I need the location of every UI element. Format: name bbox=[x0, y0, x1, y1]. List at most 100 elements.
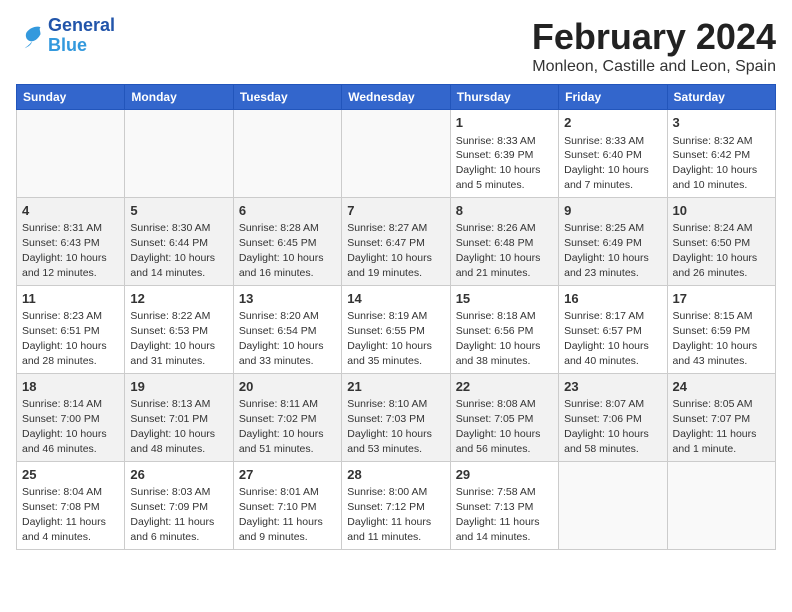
day-info: Sunrise: 8:24 AM Sunset: 6:50 PM Dayligh… bbox=[673, 222, 758, 279]
day-number: 3 bbox=[673, 114, 770, 132]
calendar-cell bbox=[233, 110, 341, 198]
day-number: 19 bbox=[130, 378, 227, 396]
day-number: 29 bbox=[456, 466, 553, 484]
calendar-cell: 19 Sunrise: 8:13 AM Sunset: 7:01 PM Dayli… bbox=[125, 373, 233, 461]
day-info: Sunrise: 8:14 AM Sunset: 7:00 PM Dayligh… bbox=[22, 398, 107, 455]
day-number: 10 bbox=[673, 202, 770, 220]
calendar-cell: 25 Sunrise: 8:04 AM Sunset: 7:08 PM Dayli… bbox=[17, 461, 125, 549]
calendar-cell: 20 Sunrise: 8:11 AM Sunset: 7:02 PM Dayli… bbox=[233, 373, 341, 461]
day-number: 7 bbox=[347, 202, 444, 220]
calendar-cell: 8 Sunrise: 8:26 AM Sunset: 6:48 PM Daylig… bbox=[450, 197, 558, 285]
title-area: February 2024 Monleon, Castille and Leon… bbox=[532, 16, 776, 76]
calendar-cell bbox=[17, 110, 125, 198]
day-info: Sunrise: 8:28 AM Sunset: 6:45 PM Dayligh… bbox=[239, 222, 324, 279]
day-info: Sunrise: 8:00 AM Sunset: 7:12 PM Dayligh… bbox=[347, 486, 431, 543]
weekday-header-row: SundayMondayTuesdayWednesdayThursdayFrid… bbox=[17, 85, 776, 110]
calendar-cell: 3Sunrise: 8:32 AM Sunset: 6:42 PM Daylig… bbox=[667, 110, 775, 198]
calendar-cell: 11Sunrise: 8:23 AM Sunset: 6:51 PM Dayli… bbox=[17, 285, 125, 373]
day-number: 28 bbox=[347, 466, 444, 484]
day-info: Sunrise: 8:15 AM Sunset: 6:59 PM Dayligh… bbox=[673, 310, 758, 367]
day-number: 2 bbox=[564, 114, 661, 132]
day-info: Sunrise: 8:18 AM Sunset: 6:56 PM Dayligh… bbox=[456, 310, 541, 367]
day-info: Sunrise: 8:33 AM Sunset: 6:39 PM Dayligh… bbox=[456, 135, 541, 192]
day-info: Sunrise: 8:13 AM Sunset: 7:01 PM Dayligh… bbox=[130, 398, 215, 455]
weekday-header-saturday: Saturday bbox=[667, 85, 775, 110]
day-info: Sunrise: 8:30 AM Sunset: 6:44 PM Dayligh… bbox=[130, 222, 215, 279]
calendar-cell: 16 Sunrise: 8:17 AM Sunset: 6:57 PM Dayli… bbox=[559, 285, 667, 373]
day-number: 25 bbox=[22, 466, 119, 484]
day-number: 4 bbox=[22, 202, 119, 220]
weekday-header-friday: Friday bbox=[559, 85, 667, 110]
calendar-cell: 13 Sunrise: 8:20 AM Sunset: 6:54 PM Dayli… bbox=[233, 285, 341, 373]
calendar-cell: 29 Sunrise: 7:58 AM Sunset: 7:13 PM Dayli… bbox=[450, 461, 558, 549]
day-info: Sunrise: 8:11 AM Sunset: 7:02 PM Dayligh… bbox=[239, 398, 324, 455]
day-number: 21 bbox=[347, 378, 444, 396]
calendar-cell: 17 Sunrise: 8:15 AM Sunset: 6:59 PM Dayli… bbox=[667, 285, 775, 373]
calendar-cell: 10 Sunrise: 8:24 AM Sunset: 6:50 PM Dayli… bbox=[667, 197, 775, 285]
day-info: Sunrise: 8:03 AM Sunset: 7:09 PM Dayligh… bbox=[130, 486, 214, 543]
day-info: Sunrise: 8:22 AM Sunset: 6:53 PM Dayligh… bbox=[130, 310, 215, 367]
calendar-cell: 1 Sunrise: 8:33 AM Sunset: 6:39 PM Daylig… bbox=[450, 110, 558, 198]
day-number: 1 bbox=[456, 114, 553, 132]
calendar-cell: 5 Sunrise: 8:30 AM Sunset: 6:44 PM Daylig… bbox=[125, 197, 233, 285]
calendar-cell: 15 Sunrise: 8:18 AM Sunset: 6:56 PM Dayli… bbox=[450, 285, 558, 373]
day-number: 17 bbox=[673, 290, 770, 308]
month-title: February 2024 bbox=[532, 16, 776, 58]
day-number: 8 bbox=[456, 202, 553, 220]
day-info: Sunrise: 8:27 AM Sunset: 6:47 PM Dayligh… bbox=[347, 222, 432, 279]
day-info: Sunrise: 8:25 AM Sunset: 6:49 PM Dayligh… bbox=[564, 222, 649, 279]
day-info: Sunrise: 8:20 AM Sunset: 6:54 PM Dayligh… bbox=[239, 310, 324, 367]
weekday-header-thursday: Thursday bbox=[450, 85, 558, 110]
day-number: 14 bbox=[347, 290, 444, 308]
weekday-header-wednesday: Wednesday bbox=[342, 85, 450, 110]
day-info: Sunrise: 8:05 AM Sunset: 7:07 PM Dayligh… bbox=[673, 398, 757, 455]
calendar-cell: 22Sunrise: 8:08 AM Sunset: 7:05 PM Dayli… bbox=[450, 373, 558, 461]
day-info: Sunrise: 8:01 AM Sunset: 7:10 PM Dayligh… bbox=[239, 486, 323, 543]
day-number: 23 bbox=[564, 378, 661, 396]
day-number: 16 bbox=[564, 290, 661, 308]
calendar-cell: 23 Sunrise: 8:07 AM Sunset: 7:06 PM Dayli… bbox=[559, 373, 667, 461]
day-number: 20 bbox=[239, 378, 336, 396]
calendar-cell bbox=[667, 461, 775, 549]
calendar-cell: 2 Sunrise: 8:33 AM Sunset: 6:40 PM Daylig… bbox=[559, 110, 667, 198]
calendar-cell: 28 Sunrise: 8:00 AM Sunset: 7:12 PM Dayli… bbox=[342, 461, 450, 549]
day-info: Sunrise: 7:58 AM Sunset: 7:13 PM Dayligh… bbox=[456, 486, 540, 543]
weekday-header-sunday: Sunday bbox=[17, 85, 125, 110]
day-number: 13 bbox=[239, 290, 336, 308]
calendar-cell: 9 Sunrise: 8:25 AM Sunset: 6:49 PM Daylig… bbox=[559, 197, 667, 285]
day-info: Sunrise: 8:19 AM Sunset: 6:55 PM Dayligh… bbox=[347, 310, 432, 367]
day-number: 27 bbox=[239, 466, 336, 484]
calendar-cell: 7 Sunrise: 8:27 AM Sunset: 6:47 PM Daylig… bbox=[342, 197, 450, 285]
day-number: 12 bbox=[130, 290, 227, 308]
logo: General Blue bbox=[16, 16, 115, 56]
calendar-cell: 27 Sunrise: 8:01 AM Sunset: 7:10 PM Dayli… bbox=[233, 461, 341, 549]
day-number: 22 bbox=[456, 378, 553, 396]
day-info: Sunrise: 8:04 AM Sunset: 7:08 PM Dayligh… bbox=[22, 486, 106, 543]
page-header: General Blue February 2024 Monleon, Cast… bbox=[16, 16, 776, 76]
calendar-table: SundayMondayTuesdayWednesdayThursdayFrid… bbox=[16, 84, 776, 550]
logo-text: General Blue bbox=[48, 16, 115, 56]
day-info: Sunrise: 8:10 AM Sunset: 7:03 PM Dayligh… bbox=[347, 398, 432, 455]
weekday-header-tuesday: Tuesday bbox=[233, 85, 341, 110]
day-info: Sunrise: 8:17 AM Sunset: 6:57 PM Dayligh… bbox=[564, 310, 649, 367]
day-number: 26 bbox=[130, 466, 227, 484]
calendar-cell: 26 Sunrise: 8:03 AM Sunset: 7:09 PM Dayli… bbox=[125, 461, 233, 549]
day-number: 24 bbox=[673, 378, 770, 396]
calendar-cell: 4 Sunrise: 8:31 AM Sunset: 6:43 PM Daylig… bbox=[17, 197, 125, 285]
calendar-cell bbox=[125, 110, 233, 198]
day-number: 11 bbox=[22, 290, 119, 308]
calendar-cell: 21 Sunrise: 8:10 AM Sunset: 7:03 PM Dayli… bbox=[342, 373, 450, 461]
day-number: 15 bbox=[456, 290, 553, 308]
calendar-week-row: 1 Sunrise: 8:33 AM Sunset: 6:39 PM Daylig… bbox=[17, 110, 776, 198]
calendar-cell bbox=[342, 110, 450, 198]
day-number: 5 bbox=[130, 202, 227, 220]
day-number: 6 bbox=[239, 202, 336, 220]
day-number: 18 bbox=[22, 378, 119, 396]
day-info: Sunrise: 8:33 AM Sunset: 6:40 PM Dayligh… bbox=[564, 135, 649, 192]
day-info: Sunrise: 8:26 AM Sunset: 6:48 PM Dayligh… bbox=[456, 222, 541, 279]
calendar-week-row: 18 Sunrise: 8:14 AM Sunset: 7:00 PM Dayli… bbox=[17, 373, 776, 461]
day-info: Sunrise: 8:07 AM Sunset: 7:06 PM Dayligh… bbox=[564, 398, 649, 455]
day-info: Sunrise: 8:31 AM Sunset: 6:43 PM Dayligh… bbox=[22, 222, 107, 279]
day-number: 9 bbox=[564, 202, 661, 220]
calendar-cell: 6 Sunrise: 8:28 AM Sunset: 6:45 PM Daylig… bbox=[233, 197, 341, 285]
